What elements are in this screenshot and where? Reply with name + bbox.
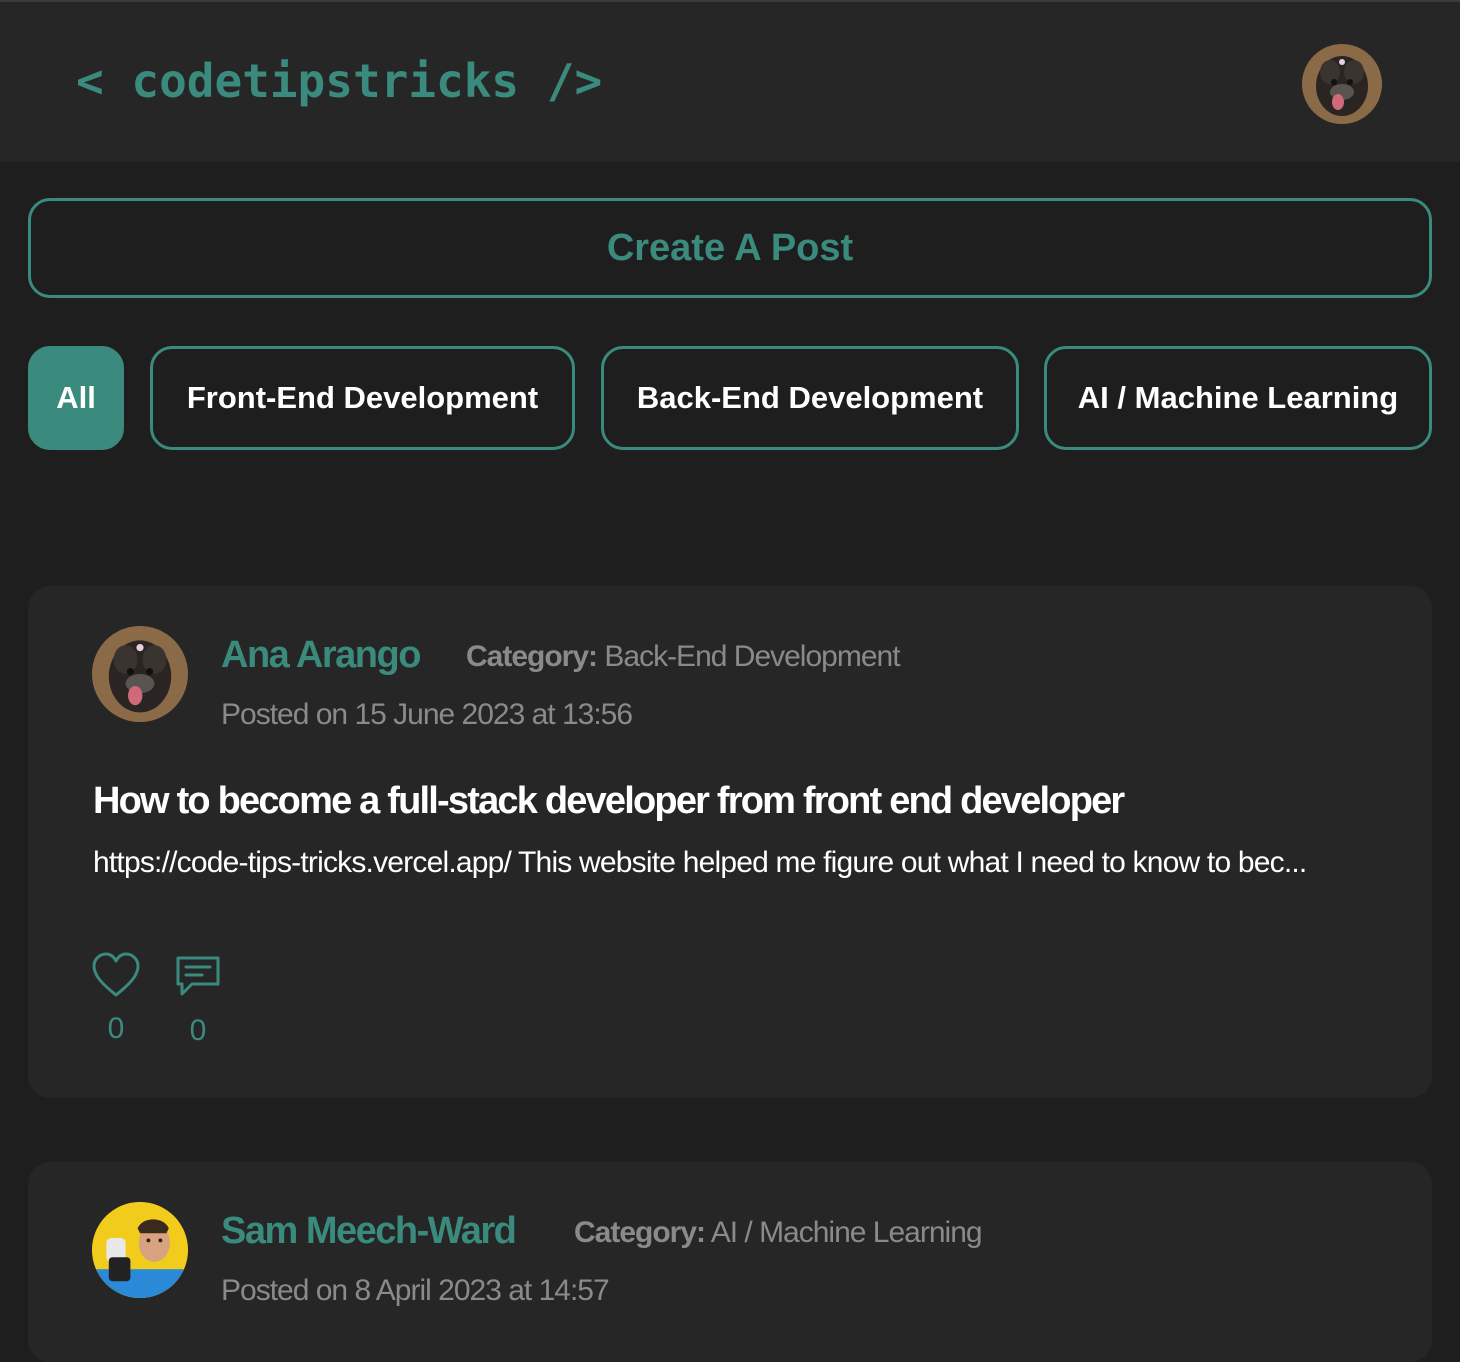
like-button[interactable]: 0 (86, 952, 146, 1046)
category-label: Category: (574, 1216, 706, 1249)
heart-icon (92, 952, 140, 997)
category-value: AI / Machine Learning (710, 1216, 983, 1249)
category-label: Category: (466, 640, 598, 673)
comment-count: 0 (189, 1014, 207, 1047)
person-avatar-icon (92, 1202, 188, 1298)
filter-back-end[interactable]: Back-End Development (601, 346, 1019, 450)
comment-button[interactable]: 0 (168, 954, 228, 1048)
like-count: 0 (107, 1012, 125, 1045)
category-filters: All Front-End Development Back-End Devel… (0, 346, 1460, 450)
author-avatar[interactable] (92, 1202, 188, 1298)
create-post-button[interactable]: Create A Post (28, 198, 1432, 298)
dog-avatar-icon (1302, 44, 1382, 124)
post-date: Posted on 8 April 2023 at 14:57 (221, 1274, 610, 1307)
author-name[interactable]: Sam Meech-Ward (221, 1210, 517, 1253)
post-card[interactable]: Sam Meech-Ward Category: AI / Machine Le… (28, 1162, 1432, 1362)
author-avatar[interactable] (92, 626, 188, 722)
user-avatar-button[interactable] (1302, 44, 1382, 124)
post-excerpt: https://code-tips-tricks.vercel.app/ Thi… (93, 846, 1307, 879)
post-date: Posted on 15 June 2023 at 13:56 (221, 698, 633, 731)
comment-icon (176, 956, 220, 996)
dog-avatar-icon (92, 626, 188, 722)
filter-all[interactable]: All (28, 346, 124, 450)
post-title[interactable]: How to become a full-stack developer fro… (93, 780, 1125, 823)
post-category: Category: Back-End Development (466, 640, 901, 674)
app-header: < codetipstricks /> (0, 0, 1460, 162)
filter-front-end[interactable]: Front-End Development (150, 346, 575, 450)
post-card[interactable]: Ana Arango Category: Back-End Developmen… (28, 586, 1432, 1098)
category-value: Back-End Development (604, 640, 900, 673)
post-category: Category: AI / Machine Learning (574, 1216, 983, 1250)
author-name[interactable]: Ana Arango (221, 634, 421, 677)
site-logo[interactable]: < codetipstricks /> (76, 54, 602, 108)
filter-ai-ml[interactable]: AI / Machine Learning (1044, 346, 1432, 450)
